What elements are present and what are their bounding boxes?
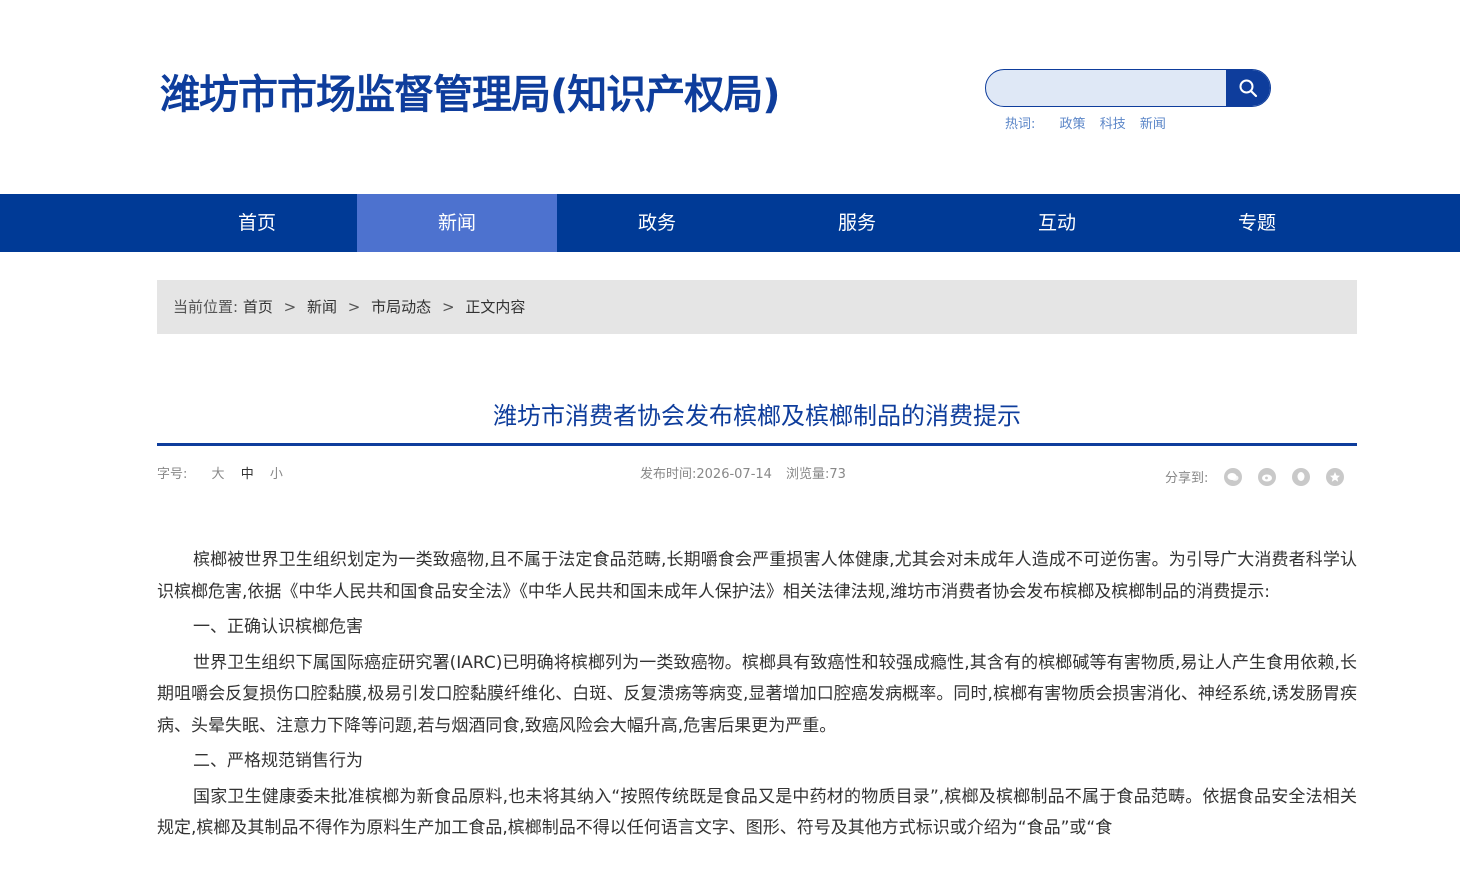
weibo-icon[interactable] — [1258, 467, 1277, 486]
hot-words-label: 热词: — [1005, 117, 1036, 132]
nav-item-topics[interactable]: 专题 — [1157, 194, 1357, 252]
article-meta: 发布时间:2026-07-14 浏览量:73 — [640, 463, 846, 482]
views-count: 73 — [829, 467, 846, 482]
site-header: 潍坊市市场监督管理局(知识产权局) 热词: 政策 科技 新闻 — [0, 0, 1460, 194]
share-label: 分享到: — [1165, 471, 1209, 486]
nav-item-news[interactable]: 新闻 — [357, 194, 557, 252]
breadcrumb-separator: > — [441, 298, 455, 316]
breadcrumb-separator: > — [347, 298, 361, 316]
breadcrumb-label: 当前位置: — [173, 298, 239, 316]
hot-word-tech[interactable]: 科技 — [1100, 117, 1126, 132]
article-section-heading: 一、正确认识槟榔危害 — [193, 617, 363, 637]
hot-words: 热词: 政策 科技 新闻 — [1005, 113, 1176, 132]
breadcrumb-separator: > — [283, 298, 297, 316]
article-paragraph: 国家卫生健康委未批准槟榔为新食品原料,也未将其纳入“按照传统既是食品又是中药材的… — [157, 786, 1357, 839]
hot-word-news[interactable]: 新闻 — [1140, 117, 1166, 132]
main-nav: 首页 新闻 政务 服务 互动 专题 — [0, 194, 1460, 252]
font-size-large[interactable]: 大 — [212, 467, 225, 482]
nav-item-home[interactable]: 首页 — [157, 194, 357, 252]
search-box — [985, 69, 1271, 107]
search-button[interactable] — [1226, 70, 1270, 106]
nav-item-government[interactable]: 政务 — [557, 194, 757, 252]
article-paragraph: 世界卫生组织下属国际癌症研究署(IARC)已明确将槟榔列为一类致癌物。槟榔具有致… — [157, 652, 1357, 736]
article-title: 潍坊市消费者协会发布槟榔及槟榔制品的消费提示 — [493, 402, 1021, 430]
breadcrumb-current: 正文内容 — [465, 298, 526, 316]
font-size-medium[interactable]: 中 — [241, 467, 254, 482]
qq-icon[interactable] — [1292, 467, 1311, 486]
wechat-icon[interactable] — [1224, 467, 1243, 486]
title-divider — [157, 443, 1357, 446]
publish-date: 2026-07-14 — [696, 467, 772, 482]
article-body: 槟榔被世界卫生组织划定为一类致癌物,且不属于法定食品范畴,长期嚼食会严重损害人体… — [157, 545, 1357, 849]
article-section-heading: 二、严格规范销售行为 — [193, 751, 363, 771]
breadcrumb-news[interactable]: 新闻 — [307, 298, 337, 316]
hot-word-policy[interactable]: 政策 — [1060, 117, 1086, 132]
share-bar: 分享到: — [1165, 467, 1345, 486]
nav-item-interaction[interactable]: 互动 — [957, 194, 1157, 252]
breadcrumb: 当前位置: 首页 > 新闻 > 市局动态 > 正文内容 — [157, 280, 1357, 334]
site-title[interactable]: 潍坊市市场监督管理局(知识产权局) — [160, 62, 781, 120]
qzone-icon[interactable] — [1326, 467, 1345, 486]
font-size-controls: 字号: 大 中 小 — [157, 463, 283, 482]
article-paragraph: 槟榔被世界卫生组织划定为一类致癌物,且不属于法定食品范畴,长期嚼食会严重损害人体… — [157, 550, 1357, 602]
search-input[interactable] — [1000, 70, 1224, 106]
search-icon — [1239, 79, 1258, 98]
nav-item-service[interactable]: 服务 — [757, 194, 957, 252]
breadcrumb-home[interactable]: 首页 — [243, 298, 273, 316]
breadcrumb-bureau-news[interactable]: 市局动态 — [371, 298, 431, 316]
views-label: 浏览量: — [785, 467, 830, 482]
font-size-small[interactable]: 小 — [270, 467, 283, 482]
font-size-label: 字号: — [157, 467, 188, 482]
publish-label: 发布时间: — [640, 467, 697, 482]
